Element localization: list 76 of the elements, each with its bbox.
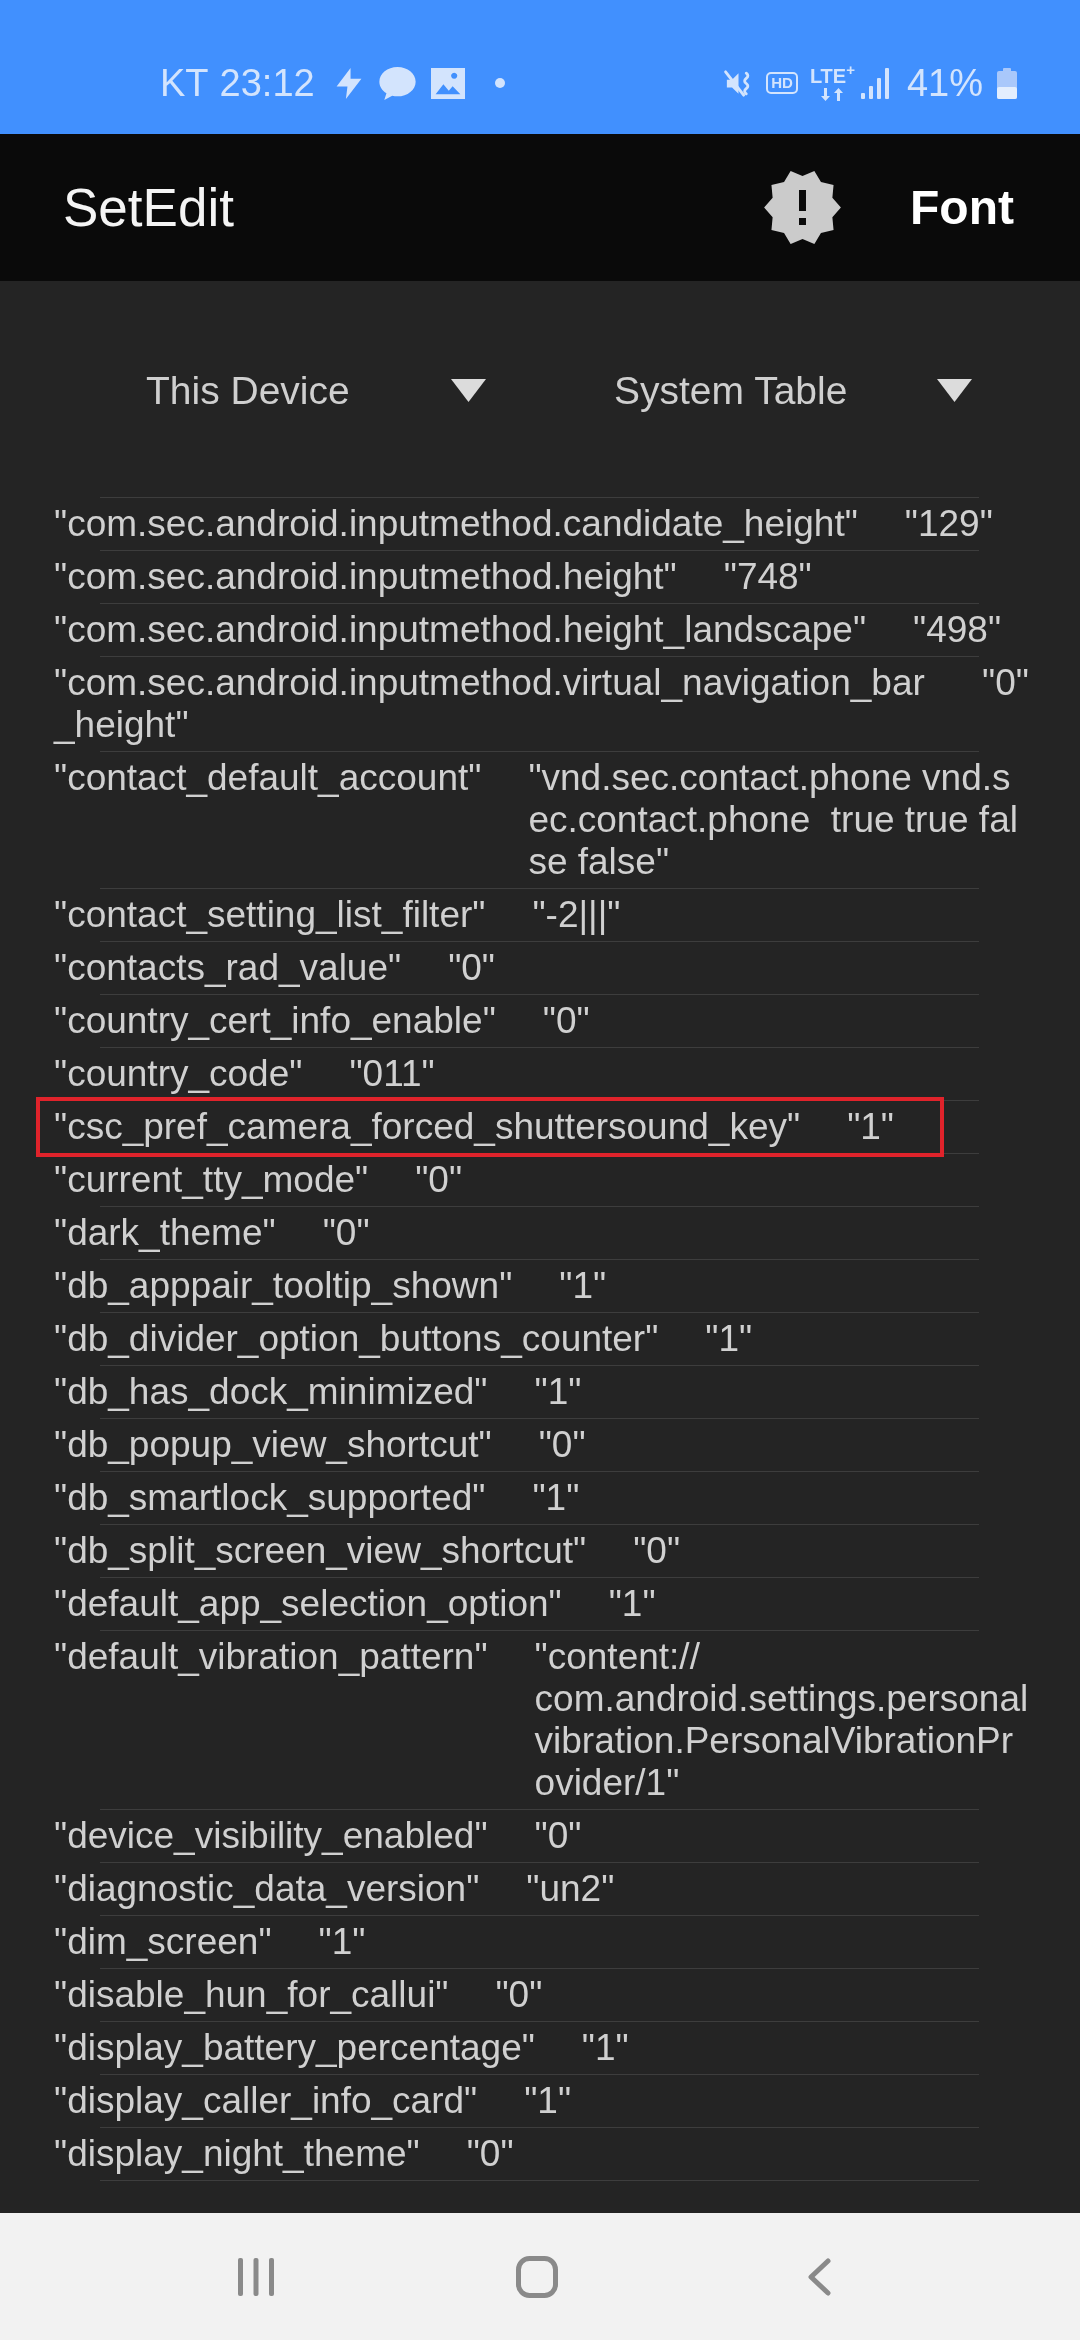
setting-value: "un2" bbox=[526, 1868, 616, 1910]
clock: 23:12 bbox=[219, 64, 315, 102]
setting-name: "current_tty_mode" bbox=[54, 1159, 369, 1201]
setting-value: "-2|||" bbox=[532, 894, 622, 936]
recents-icon[interactable] bbox=[238, 2257, 274, 2296]
setting-value: "011" bbox=[349, 1053, 436, 1095]
setting-value: "129" bbox=[904, 503, 994, 545]
image-icon bbox=[430, 67, 465, 99]
dropdown[interactable]: This Device bbox=[146, 360, 486, 420]
setting-name: "device_visibility_enabled" bbox=[54, 1815, 488, 1857]
setting-value: "0" bbox=[415, 1159, 464, 1201]
signal-icon bbox=[860, 67, 890, 99]
setting-name: "db_smartlock_supported" bbox=[54, 1477, 486, 1519]
home-icon[interactable] bbox=[516, 2255, 558, 2298]
chat-bubble-icon bbox=[378, 66, 416, 100]
setting-name: "contacts_rad_value" bbox=[54, 947, 402, 989]
battery-percentage: 41% bbox=[906, 64, 983, 102]
lightning-icon bbox=[334, 67, 363, 99]
setting-name: "display_night_theme" bbox=[54, 2133, 420, 2175]
setting-value: "1" bbox=[532, 1477, 581, 1519]
setting-name: "contact_default_account" bbox=[54, 757, 482, 800]
setting-value: "0" bbox=[322, 1212, 371, 1254]
setting-name: "com.sec.android.inputmethod.height" bbox=[54, 556, 677, 598]
setting-name: "db_divider_option_buttons_counter" bbox=[54, 1318, 659, 1360]
setting-value: "748" bbox=[723, 556, 813, 598]
setting-value: "1" bbox=[581, 2027, 630, 2069]
setting-name: "dim_screen" bbox=[54, 1921, 272, 1963]
data-arrows-icon bbox=[819, 87, 844, 101]
setting-value: "content://com.android.settings.personalvibration.PersonalVibrationProvider/1" bbox=[534, 1636, 1030, 1804]
setting-value: "1" bbox=[847, 1106, 894, 1148]
battery-icon bbox=[997, 67, 1017, 99]
setting-value: "0" bbox=[495, 1974, 544, 2016]
setting-value: "vnd.sec.contact.phone vnd.sec.contact.phone true true false false" bbox=[528, 757, 1019, 883]
setting-value: "0" bbox=[448, 947, 496, 989]
setting-value: "1" bbox=[524, 2080, 573, 2122]
setting-name: "disable_hun_for_callui" bbox=[54, 1974, 449, 2016]
setting-name: "contact_setting_list_filter" bbox=[54, 894, 486, 936]
setting-name: "db_split_screen_view_shortcut" bbox=[54, 1530, 587, 1572]
setting-value: "0" bbox=[534, 1815, 583, 1857]
setting-name: "csc_pref_camera_forced_shuttersound_key" bbox=[54, 1106, 801, 1148]
network-type-label: LTE$^{+}$ bbox=[809, 65, 855, 86]
setting-name: "diagnostic_data_version" bbox=[54, 1868, 480, 1910]
setting-value: "0" bbox=[466, 2133, 515, 2175]
setting-name: "com.sec.android.inputmethod.virtual_navigation_bar_height" bbox=[54, 662, 926, 746]
setting-name: "com.sec.android.inputmethod.candidate_height" bbox=[54, 503, 858, 545]
setting-value: "1" bbox=[705, 1318, 754, 1360]
setting-value: "0" bbox=[538, 1424, 587, 1466]
setting-name: "dark_theme" bbox=[54, 1212, 276, 1254]
setting-name: "db_apppair_tooltip_shown" bbox=[54, 1265, 513, 1307]
setting-name: "com.sec.android.inputmethod.height_landscape" bbox=[54, 609, 866, 651]
setting-name: "display_caller_info_card" bbox=[54, 2080, 478, 2122]
font-button[interactable]: Font bbox=[910, 183, 1014, 232]
setting-value: "1" bbox=[559, 1265, 608, 1307]
setting-value: "498" bbox=[913, 609, 1003, 651]
setting-value: "1" bbox=[534, 1371, 583, 1413]
dropdown[interactable]: System Table bbox=[614, 360, 972, 420]
setting-value: "1" bbox=[608, 1583, 657, 1625]
hd-badge: HD bbox=[766, 72, 798, 94]
caret-icon bbox=[451, 378, 486, 402]
setting-name: "db_popup_view_shortcut" bbox=[54, 1424, 492, 1466]
setting-value: "0" bbox=[542, 1000, 591, 1042]
setting-value: "0" bbox=[982, 662, 1030, 705]
setting-value: "0" bbox=[633, 1530, 682, 1572]
carrier-name: KT bbox=[160, 64, 209, 102]
alert-badge-icon[interactable] bbox=[764, 171, 842, 244]
app-title: SetEdit bbox=[63, 181, 234, 234]
setting-name: "default_app_selection_option" bbox=[54, 1583, 562, 1625]
back-icon[interactable] bbox=[807, 2257, 831, 2296]
dot-icon bbox=[494, 78, 505, 88]
setting-name: "default_vibration_pattern" bbox=[54, 1636, 488, 1679]
setting-value: "1" bbox=[318, 1921, 367, 1963]
setting-name: "db_has_dock_minimized" bbox=[54, 1371, 488, 1413]
caret-icon bbox=[937, 378, 972, 402]
setting-name: "country_code" bbox=[54, 1053, 303, 1095]
setting-name: "country_cert_info_enable" bbox=[54, 1000, 496, 1042]
setting-name: "display_battery_percentage" bbox=[54, 2027, 535, 2069]
